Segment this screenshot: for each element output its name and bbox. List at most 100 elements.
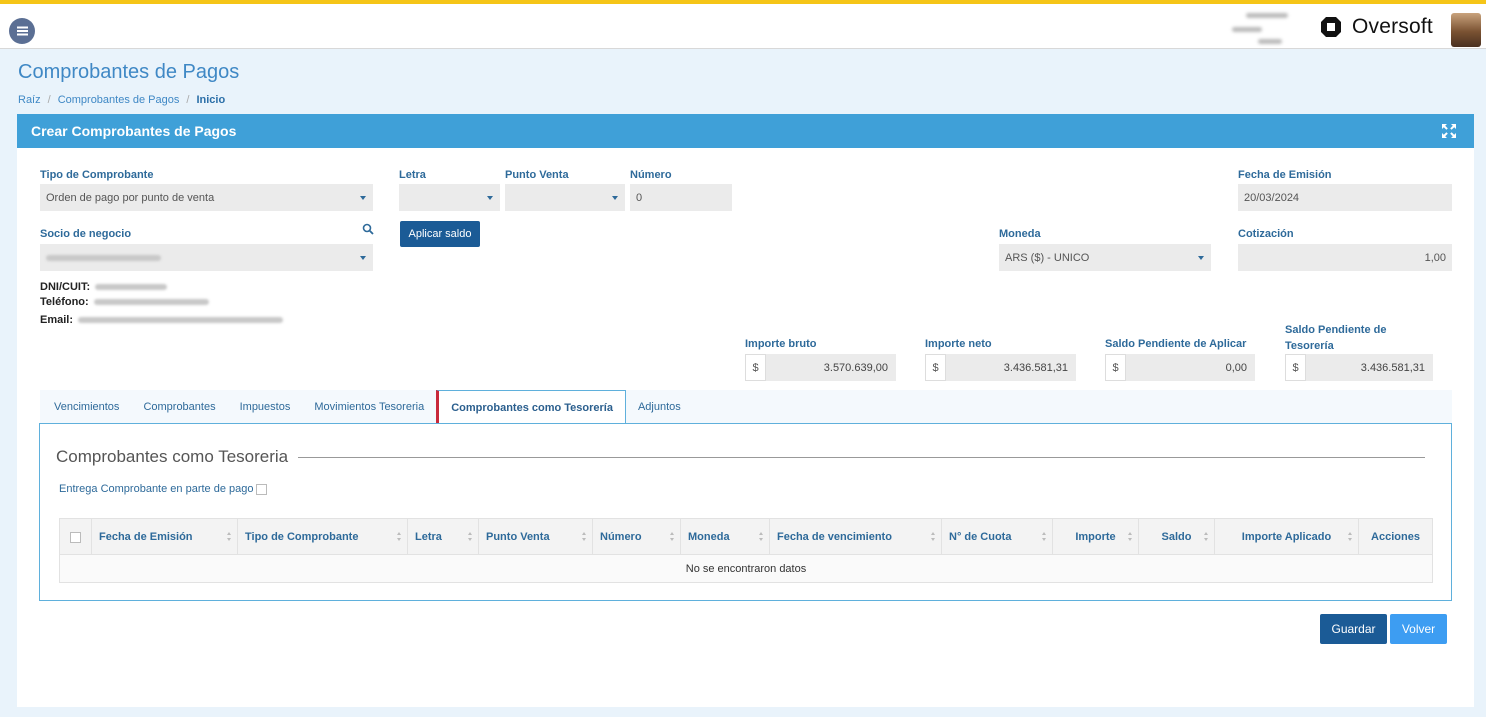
- sort-icon: [1204, 532, 1209, 542]
- chevron-down-icon: [487, 196, 493, 200]
- select-all-cell: [60, 519, 92, 555]
- socio-select[interactable]: [40, 244, 373, 271]
- entrega-comprobante-row: Entrega Comprobante en parte de pago: [59, 483, 268, 495]
- currency-symbol: $: [1285, 354, 1306, 381]
- form-card: Crear Comprobantes de Pagos Tipo de Comp…: [17, 114, 1474, 707]
- breadcrumb-section[interactable]: Comprobantes de Pagos: [58, 94, 180, 106]
- breadcrumb-separator: /: [47, 94, 51, 106]
- importe-neto-label: Importe neto: [925, 338, 992, 350]
- tab-movimientos-tesoreria[interactable]: Movimientos Tesoreria: [302, 390, 436, 424]
- user-info[interactable]: [1228, 6, 1308, 50]
- saldo-aplicar-field[interactable]: $ 0,00: [1105, 354, 1255, 381]
- col-saldo[interactable]: Saldo: [1139, 519, 1215, 555]
- fecha-emision-input[interactable]: 20/03/2024: [1238, 184, 1452, 211]
- sort-icon: [670, 532, 675, 542]
- sort-icon: [1348, 532, 1353, 542]
- aplicar-saldo-button[interactable]: Aplicar saldo: [400, 221, 480, 247]
- col-numero[interactable]: Número: [593, 519, 681, 555]
- moneda-label: Moneda: [999, 228, 1041, 240]
- tab-impuestos[interactable]: Impuestos: [228, 390, 303, 424]
- numero-value: 0: [636, 191, 643, 204]
- dni-row: DNI/CUIT:: [40, 281, 168, 293]
- tipo-comprobante-value: Orden de pago por punto de venta: [46, 191, 215, 204]
- chevron-down-icon: [360, 196, 366, 200]
- punto-venta-label: Punto Venta: [505, 169, 569, 181]
- importe-bruto-label: Importe bruto: [745, 338, 817, 350]
- sort-icon: [1042, 532, 1047, 542]
- tab-comprobantes[interactable]: Comprobantes: [131, 390, 227, 424]
- sort-icon: [397, 532, 402, 542]
- col-label: Tipo de Comprobante: [245, 531, 359, 543]
- col-punto-venta[interactable]: Punto Venta: [479, 519, 593, 555]
- currency-symbol: $: [925, 354, 946, 381]
- saldo-aplicar-value: 0,00: [1126, 354, 1255, 381]
- col-tipo-comprobante[interactable]: Tipo de Comprobante: [238, 519, 408, 555]
- tab-comprobantes-como-tesoreria[interactable]: Comprobantes como Tesorería: [436, 390, 626, 425]
- cotizacion-label: Cotización: [1238, 228, 1294, 240]
- breadcrumb-separator: /: [186, 94, 190, 106]
- currency-symbol: $: [1105, 354, 1126, 381]
- avatar[interactable]: [1451, 13, 1481, 47]
- col-label: Saldo: [1161, 531, 1192, 543]
- sort-icon: [1128, 532, 1133, 542]
- punto-venta-select[interactable]: [505, 184, 625, 211]
- tipo-comprobante-label: Tipo de Comprobante: [40, 169, 154, 181]
- col-label: Fecha de vencimiento: [777, 531, 892, 543]
- numero-input[interactable]: 0: [630, 184, 732, 211]
- data-grid: Fecha de Emisión Tipo de Comprobante Let…: [59, 518, 1433, 583]
- importe-neto-field[interactable]: $ 3.436.581,31: [925, 354, 1076, 381]
- col-importe-aplicado[interactable]: Importe Aplicado: [1215, 519, 1359, 555]
- tab-adjuntos[interactable]: Adjuntos: [626, 390, 693, 424]
- entrega-comprobante-label: Entrega Comprobante en parte de pago: [59, 483, 254, 495]
- logo-icon: [1320, 16, 1342, 38]
- select-all-checkbox[interactable]: [70, 531, 81, 543]
- search-icon[interactable]: [362, 223, 374, 235]
- saldo-tesoreria-field[interactable]: $ 3.436.581,31: [1285, 354, 1433, 381]
- col-nro-cuota[interactable]: N° de Cuota: [942, 519, 1053, 555]
- cotizacion-input[interactable]: 1,00: [1238, 244, 1452, 271]
- entrega-comprobante-checkbox[interactable]: [256, 483, 268, 495]
- grid-empty-message: No se encontraron datos: [60, 555, 1432, 582]
- tab-vencimientos[interactable]: Vencimientos: [40, 390, 131, 424]
- moneda-select[interactable]: ARS ($) - UNICO: [999, 244, 1211, 271]
- col-acciones: Acciones: [1359, 519, 1432, 555]
- moneda-value: ARS ($) - UNICO: [1005, 251, 1090, 264]
- card-title: Crear Comprobantes de Pagos: [31, 123, 237, 139]
- col-label: Punto Venta: [486, 531, 550, 543]
- brand-logo: Oversoft: [1320, 15, 1433, 39]
- saldo-aplicar-label: Saldo Pendiente de Aplicar: [1105, 338, 1247, 350]
- cotizacion-value: 1,00: [1424, 251, 1446, 264]
- col-fecha-emision[interactable]: Fecha de Emisión: [92, 519, 238, 555]
- email-value-redacted: [78, 317, 284, 323]
- letra-label: Letra: [399, 169, 426, 181]
- tipo-comprobante-select[interactable]: Orden de pago por punto de venta: [40, 184, 373, 211]
- col-label: Moneda: [688, 531, 730, 543]
- telefono-value-redacted: [93, 299, 209, 305]
- chevron-down-icon: [1198, 256, 1204, 260]
- fecha-emision-label: Fecha de Emisión: [1238, 169, 1332, 181]
- volver-button[interactable]: Volver: [1390, 614, 1447, 644]
- legend-divider: [290, 457, 1425, 458]
- menu-icon[interactable]: [9, 18, 35, 44]
- dni-value-redacted: [95, 284, 168, 290]
- tab-panel: Comprobantes como Tesoreria Entrega Comp…: [39, 423, 1452, 601]
- col-importe[interactable]: Importe: [1053, 519, 1139, 555]
- importe-neto-value: 3.436.581,31: [946, 354, 1076, 381]
- socio-value-redacted: [46, 254, 161, 261]
- sort-icon: [468, 532, 473, 542]
- saldo-tesoreria-label: Saldo Pendiente de Tesorería: [1285, 324, 1387, 352]
- col-letra[interactable]: Letra: [408, 519, 479, 555]
- col-label: Acciones: [1371, 531, 1420, 543]
- letra-select[interactable]: [399, 184, 500, 211]
- breadcrumb-current: Inicio: [196, 94, 226, 106]
- currency-symbol: $: [745, 354, 766, 381]
- telefono-label: Teléfono:: [40, 296, 89, 308]
- section-legend: Comprobantes como Tesoreria: [56, 447, 299, 467]
- fecha-emision-value: 20/03/2024: [1244, 191, 1300, 204]
- col-fecha-vencimiento[interactable]: Fecha de vencimiento: [770, 519, 942, 555]
- importe-bruto-field[interactable]: $ 3.570.639,00: [745, 354, 896, 381]
- expand-icon[interactable]: [1442, 124, 1456, 138]
- col-moneda[interactable]: Moneda: [681, 519, 770, 555]
- guardar-button[interactable]: Guardar: [1320, 614, 1387, 644]
- breadcrumb-root[interactable]: Raíz: [18, 94, 41, 106]
